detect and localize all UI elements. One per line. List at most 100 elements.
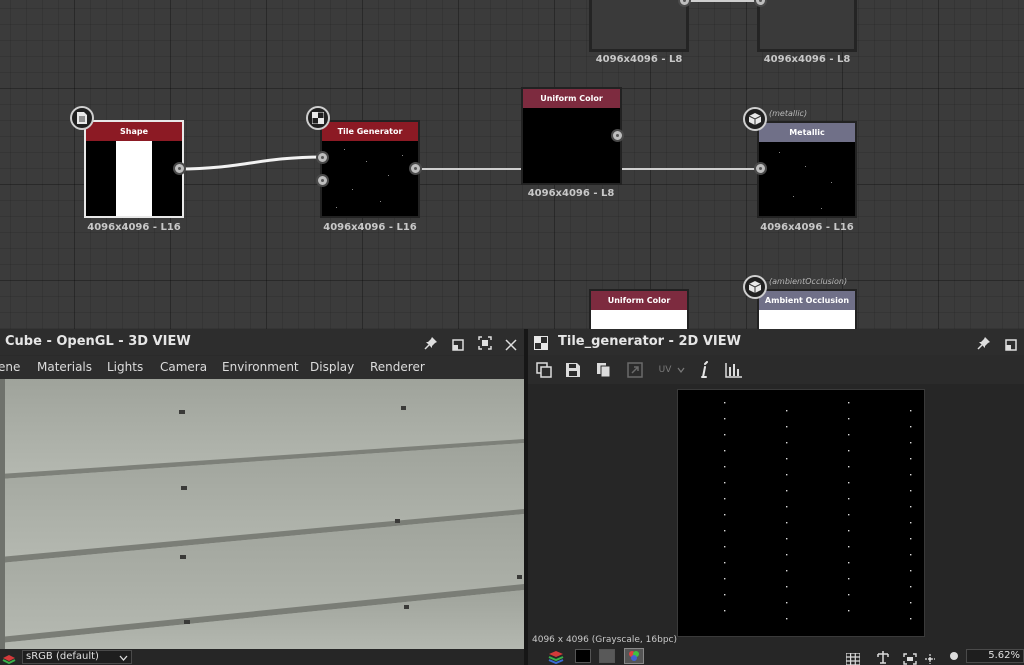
tile-dot: [724, 434, 726, 436]
panel-3d-view: Cube - OpenGL - 3D VIEW ene Materials Li…: [0, 329, 524, 665]
pin-icon[interactable]: [977, 335, 991, 350]
tile-dot: [724, 402, 726, 404]
uv-dropdown-icon[interactable]: UV: [655, 360, 689, 380]
node-tile-generator-thumbnail: [322, 141, 418, 216]
panel-3d-menubar: ene Materials Lights Camera Environment …: [0, 356, 524, 379]
menu-materials[interactable]: Materials: [37, 356, 92, 379]
checker-icon: [306, 106, 330, 130]
node-tile-generator-output-port[interactable]: [409, 162, 422, 175]
tile-dot: [910, 586, 912, 588]
save-icon[interactable]: [563, 360, 583, 380]
viewport-3d[interactable]: [0, 379, 524, 649]
export-icon[interactable]: [534, 360, 554, 380]
tile-dot: [848, 450, 850, 452]
panel-2d-toolbar: UV: [528, 356, 1024, 384]
black-swatch[interactable]: [575, 649, 591, 663]
texture-preview: [677, 389, 925, 637]
tile-dot: [910, 490, 912, 492]
tile-dot: [786, 458, 788, 460]
ghost-node-left[interactable]: [589, 0, 689, 52]
node-uniform-color-2[interactable]: Uniform Color: [589, 289, 689, 329]
node-tile-generator[interactable]: Tile Generator: [320, 120, 420, 218]
menu-lights[interactable]: Lights: [107, 356, 143, 379]
tile-dot: [848, 434, 850, 436]
pin-icon[interactable]: [424, 335, 438, 350]
node-shape-thumbnail: [86, 141, 182, 216]
ghost-node-right[interactable]: [757, 0, 857, 52]
tile-dot: [786, 426, 788, 428]
node-shape[interactable]: Shape: [84, 120, 184, 218]
node-metallic[interactable]: Metallic: [757, 121, 857, 218]
histogram-icon[interactable]: [724, 360, 744, 380]
menu-renderer[interactable]: Renderer: [370, 356, 425, 379]
checker-icon: [534, 335, 548, 350]
menu-scene[interactable]: ene: [0, 356, 20, 379]
gray-swatch[interactable]: [599, 649, 615, 663]
tile-dot: [786, 522, 788, 524]
copy-icon[interactable]: [594, 360, 614, 380]
layers-icon[interactable]: [548, 649, 564, 665]
tile-dot: [910, 554, 912, 556]
color-wheel-icon[interactable]: [624, 648, 644, 664]
node-metallic-input-port[interactable]: [754, 162, 767, 175]
tile-dot: [910, 570, 912, 572]
viewport-2d[interactable]: 4096 x 4096 (Grayscale, 16bpc): [528, 384, 1024, 647]
tile-dot: [848, 610, 850, 612]
tile-dot: [786, 570, 788, 572]
tile-dot: [910, 410, 912, 412]
cube-icon: [743, 275, 767, 299]
tile-dot: [910, 458, 912, 460]
node-uniform-color-output-port[interactable]: [611, 129, 624, 142]
center-icon[interactable]: [923, 650, 937, 664]
zoom-icon[interactable]: [950, 652, 958, 660]
tile-dot: [724, 610, 726, 612]
tile-dot: [786, 490, 788, 492]
link-shape-to-tile[interactable]: [179, 155, 324, 171]
document-icon: [70, 106, 94, 130]
colorspace-value: sRGB (default): [26, 651, 99, 662]
info-icon[interactable]: [695, 360, 715, 380]
tile-dot: [910, 474, 912, 476]
tile-dot: [724, 466, 726, 468]
tile-dot: [848, 514, 850, 516]
fit-icon[interactable]: [903, 650, 917, 665]
link-icon[interactable]: [625, 360, 645, 380]
colorspace-dropdown[interactable]: sRGB (default): [22, 650, 132, 664]
node-tile-generator-title: Tile Generator: [322, 122, 418, 141]
node-tile-generator-input-port-1[interactable]: [316, 151, 329, 164]
tile-dot: [848, 498, 850, 500]
panel-3d-statusbar: sRGB (default): [0, 649, 524, 665]
tile-dot: [724, 530, 726, 532]
node-graph-canvas[interactable]: 4096x4096 - L8 4096x4096 - L8 Shape 4096…: [0, 0, 1024, 329]
tile-dot: [724, 594, 726, 596]
node-uniform-color-2-title: Uniform Color: [591, 291, 687, 310]
restore-icon[interactable]: [452, 336, 464, 351]
node-tile-generator-input-port-2[interactable]: [316, 174, 329, 187]
node-shape-caption: 4096x4096 - L16: [87, 222, 181, 233]
node-metallic-tag: (metallic): [769, 109, 808, 118]
zoom-input[interactable]: 5.62%: [966, 649, 1024, 663]
restore-icon[interactable]: [1005, 336, 1017, 351]
tile-dot: [786, 602, 788, 604]
menu-camera[interactable]: Camera: [160, 356, 207, 379]
maximize-icon[interactable]: [478, 335, 492, 350]
tile-dot: [848, 578, 850, 580]
tiling-icon[interactable]: [875, 649, 891, 664]
menu-display[interactable]: Display: [310, 356, 354, 379]
menu-environment[interactable]: Environment: [222, 356, 299, 379]
panel-3d-title: Cube - OpenGL - 3D VIEW: [5, 334, 191, 349]
grid-icon[interactable]: [845, 650, 861, 665]
close-icon[interactable]: [505, 336, 517, 351]
tile-dot: [724, 514, 726, 516]
node-ambient-occlusion[interactable]: Ambient Occlusion: [757, 289, 857, 329]
tile-dot: [848, 466, 850, 468]
tile-dots: [724, 402, 912, 620]
layers-icon[interactable]: [2, 651, 16, 665]
node-shape-output-port[interactable]: [173, 162, 186, 175]
ghost-right-caption: 4096x4096 - L8: [763, 54, 851, 65]
node-ambient-occlusion-tag: (ambientOcclusion): [769, 277, 848, 286]
panel-3d-header: Cube - OpenGL - 3D VIEW: [0, 329, 524, 355]
node-uniform-color[interactable]: Uniform Color: [521, 87, 622, 185]
chevron-down-icon: [119, 655, 128, 661]
tile-dot: [786, 538, 788, 540]
